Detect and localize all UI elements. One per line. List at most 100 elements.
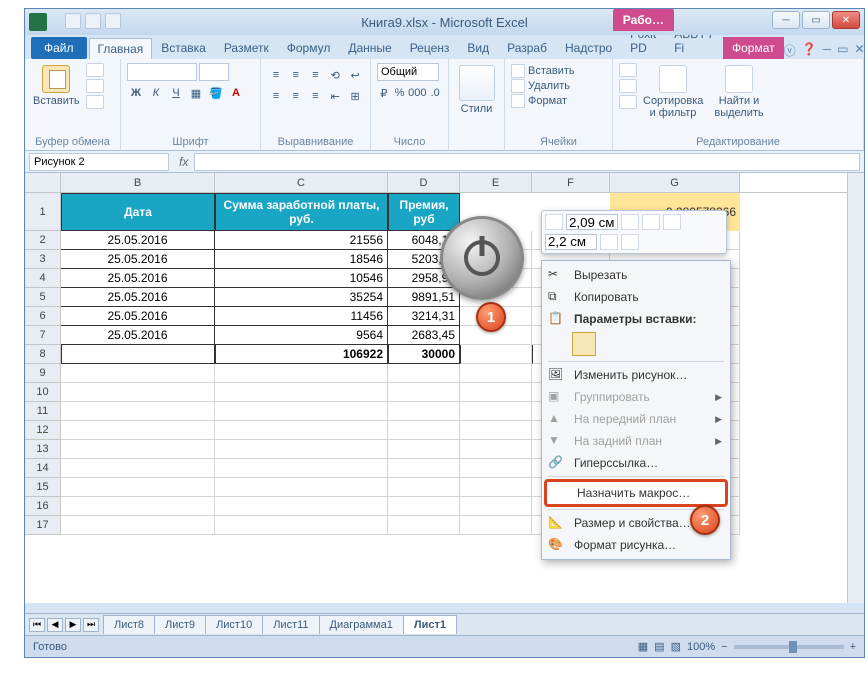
fill-color-icon[interactable]: 🪣 xyxy=(207,84,225,102)
col-header-b[interactable]: B xyxy=(61,173,215,192)
view-layout-icon[interactable]: ▤ xyxy=(654,640,664,653)
bold-icon[interactable]: Ж xyxy=(127,84,145,102)
tab-review[interactable]: Реценз xyxy=(401,37,459,59)
sheet-tab[interactable]: Лист9 xyxy=(154,615,206,634)
row-header[interactable]: 8 xyxy=(25,345,61,364)
cell[interactable]: 25.05.2016 xyxy=(61,288,215,307)
italic-icon[interactable]: К xyxy=(147,84,165,102)
cell[interactable] xyxy=(388,383,460,402)
picture-width-input[interactable] xyxy=(545,234,597,250)
cell[interactable]: 30000 xyxy=(388,345,460,364)
cell[interactable] xyxy=(215,478,388,497)
view-normal-icon[interactable]: ▦ xyxy=(638,640,648,653)
cell[interactable]: 25.05.2016 xyxy=(61,326,215,345)
col-header-d[interactable]: D xyxy=(388,173,460,192)
cell[interactable] xyxy=(61,497,215,516)
align-bot-icon[interactable]: ≡ xyxy=(307,66,325,84)
sheet-tab[interactable]: Лист8 xyxy=(103,615,155,634)
ctx-paste-option[interactable] xyxy=(544,332,728,359)
tab-formulas[interactable]: Формул xyxy=(278,37,340,59)
font-color-icon[interactable]: А xyxy=(227,84,245,102)
percent-icon[interactable]: % xyxy=(393,84,407,102)
doc-min-icon[interactable]: ─ xyxy=(823,42,832,59)
qat-undo-icon[interactable] xyxy=(85,13,101,29)
cell[interactable]: 10546 xyxy=(215,269,388,288)
styles-button[interactable]: Стили xyxy=(455,63,498,117)
cell[interactable]: 25.05.2016 xyxy=(61,231,215,250)
cell[interactable]: 9891,51 xyxy=(388,288,460,307)
fx-icon[interactable]: fx xyxy=(173,155,194,169)
row-header[interactable]: 11 xyxy=(25,402,61,421)
zoom-slider[interactable] xyxy=(734,645,844,649)
cell[interactable] xyxy=(388,478,460,497)
row-header[interactable]: 13 xyxy=(25,440,61,459)
cell[interactable] xyxy=(460,440,532,459)
cell[interactable] xyxy=(215,516,388,535)
cell[interactable]: 25.05.2016 xyxy=(61,250,215,269)
align-icon[interactable] xyxy=(621,234,639,250)
sheet-tab[interactable]: Лист11 xyxy=(262,615,319,634)
sheet-tab[interactable]: Диаграмма1 xyxy=(319,615,404,634)
cell[interactable] xyxy=(61,421,215,440)
cells-insert-button[interactable]: Вставить xyxy=(511,64,606,78)
ctx-format-picture[interactable]: 🎨Формат рисунка… xyxy=(544,534,728,556)
cell[interactable] xyxy=(388,440,460,459)
row-header[interactable]: 9 xyxy=(25,364,61,383)
cell[interactable]: 9564 xyxy=(215,326,388,345)
align-center-icon[interactable]: ≡ xyxy=(287,87,305,105)
row-header[interactable]: 12 xyxy=(25,421,61,440)
cell[interactable] xyxy=(61,383,215,402)
ctx-copy[interactable]: ⧉Копировать xyxy=(544,286,728,308)
header-sum[interactable]: Сумма заработной платы, руб. xyxy=(215,193,388,231)
col-header-g[interactable]: G xyxy=(610,173,740,192)
ribbon-minimize-icon[interactable]: ⓥ xyxy=(784,42,796,59)
zoom-in-button[interactable]: + xyxy=(850,641,856,653)
cell[interactable] xyxy=(460,402,532,421)
wrap-icon[interactable]: ↩ xyxy=(346,66,364,84)
cell[interactable] xyxy=(61,440,215,459)
row-header[interactable]: 1 xyxy=(25,193,61,231)
cell[interactable] xyxy=(460,383,532,402)
minimize-button[interactable]: ─ xyxy=(772,11,800,29)
zoom-thumb[interactable] xyxy=(789,641,797,653)
orientation-icon[interactable]: ⟲ xyxy=(326,66,344,84)
cell[interactable] xyxy=(388,459,460,478)
tab-home[interactable]: Главная xyxy=(89,38,153,59)
copy-icon[interactable] xyxy=(86,79,104,93)
cell[interactable]: 35254 xyxy=(215,288,388,307)
col-header-e[interactable]: E xyxy=(460,173,532,192)
cell[interactable] xyxy=(460,478,532,497)
cell[interactable] xyxy=(388,497,460,516)
underline-icon[interactable]: Ч xyxy=(167,84,185,102)
cell[interactable]: 25.05.2016 xyxy=(61,307,215,326)
tab-format[interactable]: Формат xyxy=(723,37,784,59)
ctx-hyperlink[interactable]: 🔗Гиперссылка… xyxy=(544,452,728,474)
sort-filter-button[interactable]: Сортировка и фильтр xyxy=(641,63,705,121)
cell[interactable] xyxy=(460,345,532,364)
font-size-input[interactable] xyxy=(199,63,229,81)
cell[interactable]: 106922 xyxy=(215,345,388,364)
cell[interactable]: 25.05.2016 xyxy=(61,269,215,288)
row-header[interactable]: 7 xyxy=(25,326,61,345)
find-select-button[interactable]: Найти и выделить xyxy=(709,63,769,121)
cell[interactable] xyxy=(215,383,388,402)
doc-close-icon[interactable]: ✕ xyxy=(854,42,864,59)
row-header[interactable]: 17 xyxy=(25,516,61,535)
cell[interactable] xyxy=(388,364,460,383)
cell[interactable] xyxy=(215,421,388,440)
cell[interactable]: 11456 xyxy=(215,307,388,326)
tab-view[interactable]: Вид xyxy=(458,37,498,59)
inc-dec-icon[interactable]: .0 xyxy=(428,84,442,102)
row-header[interactable]: 10 xyxy=(25,383,61,402)
ctx-assign-macro[interactable]: Назначить макрос… xyxy=(544,479,728,507)
header-date[interactable]: Дата xyxy=(61,193,215,231)
name-box[interactable]: Рисунок 2 xyxy=(29,153,169,171)
row-header[interactable]: 6 xyxy=(25,307,61,326)
view-break-icon[interactable]: ▧ xyxy=(671,640,681,653)
row-header[interactable]: 15 xyxy=(25,478,61,497)
tab-developer[interactable]: Разраб xyxy=(498,37,556,59)
sheet-tab[interactable]: Лист1 xyxy=(403,615,457,634)
cell[interactable] xyxy=(61,364,215,383)
qat-save-icon[interactable] xyxy=(65,13,81,29)
cell[interactable]: 3214,31 xyxy=(388,307,460,326)
